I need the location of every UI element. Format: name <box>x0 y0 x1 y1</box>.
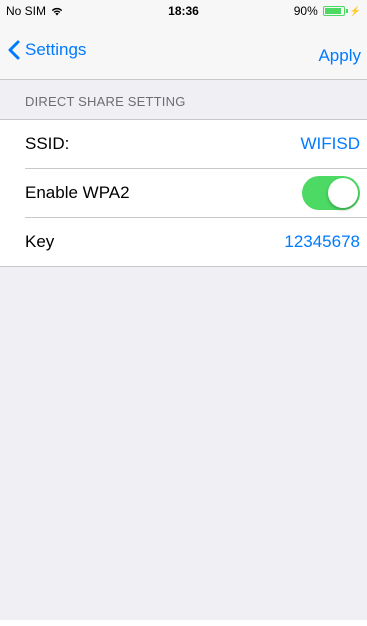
battery-icon <box>322 6 345 16</box>
key-value[interactable]: 12345678 <box>284 232 360 252</box>
back-button-label: Settings <box>25 40 87 59</box>
status-bar: No SIM 18:36 90% ⚡ <box>0 0 367 20</box>
battery-fill <box>324 8 341 14</box>
ssid-value[interactable]: WIFISD <box>301 134 361 154</box>
wpa2-toggle[interactable] <box>302 176 360 210</box>
back-button[interactable]: Settings <box>7 40 86 60</box>
battery-group: 90% ⚡ <box>294 4 361 18</box>
battery-percent: 90% <box>293 4 318 18</box>
ssid-row[interactable]: SSID: WIFISD <box>25 120 367 169</box>
settings-group: SSID: WIFISD Enable WPA2 Key 12345678 <box>0 119 367 267</box>
key-row[interactable]: Key 12345678 <box>25 218 367 266</box>
section-header: DIRECT SHARE SETTING <box>25 94 186 109</box>
key-label: Key <box>25 232 55 251</box>
charging-bolt-icon: ⚡ <box>349 5 361 16</box>
bottom-strip <box>0 620 367 626</box>
apply-button[interactable]: Apply <box>318 46 361 66</box>
navigation-bar: Settings Apply <box>0 20 367 80</box>
chevron-left-icon <box>8 40 20 60</box>
wpa2-row: Enable WPA2 <box>25 169 367 218</box>
battery-nub <box>345 9 348 13</box>
wpa2-label: Enable WPA2 <box>25 183 130 202</box>
ssid-label: SSID: <box>25 134 70 153</box>
toggle-knob <box>328 178 358 208</box>
